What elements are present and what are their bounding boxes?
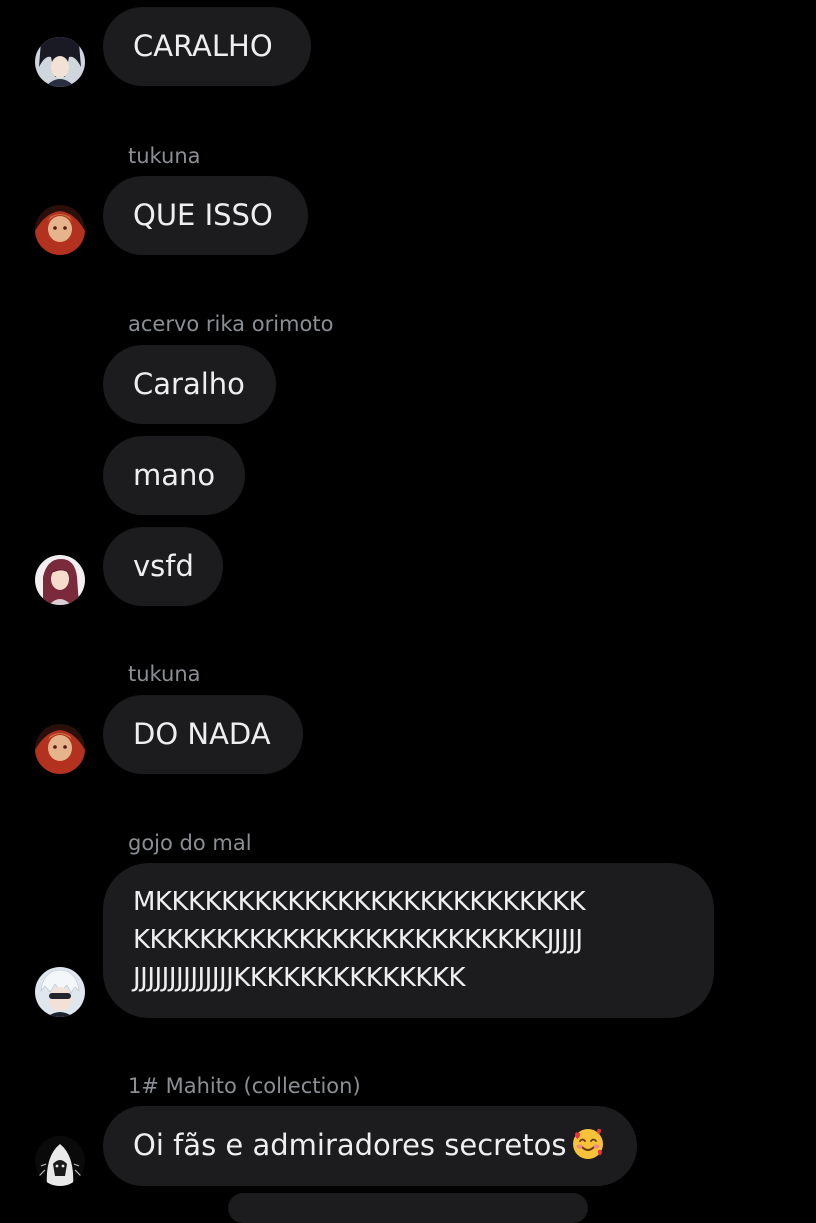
message-text: Caralho bbox=[133, 367, 245, 401]
avatar[interactable] bbox=[35, 555, 85, 605]
avatar[interactable] bbox=[35, 37, 85, 87]
message-text: QUE ISSO bbox=[133, 198, 273, 232]
sender-name: tukuna bbox=[128, 662, 201, 686]
message-text: vsfd bbox=[133, 549, 194, 583]
smiling-face-with-hearts-icon bbox=[571, 1127, 605, 1171]
message-text-line: JJJJJJJJJJJJJJKKKKKKKKKKKKKK bbox=[133, 963, 466, 993]
message-bubble[interactable]: DO NADA bbox=[103, 695, 303, 774]
avatar[interactable] bbox=[35, 1136, 85, 1186]
message-bubble[interactable]: MKKKKKKKKKKKKKKKKKKKKKKKKKK KKKKKKKKKKKK… bbox=[103, 863, 714, 1018]
sender-name: tukuna bbox=[128, 144, 201, 168]
sender-name: gojo do mal bbox=[128, 831, 252, 855]
avatar[interactable] bbox=[35, 967, 85, 1017]
message-bubble[interactable] bbox=[228, 1193, 588, 1223]
message-bubble[interactable]: mano bbox=[103, 436, 245, 515]
message-bubble[interactable]: Caralho bbox=[103, 345, 276, 424]
message-bubble[interactable]: QUE ISSO bbox=[103, 176, 308, 255]
avatar[interactable] bbox=[35, 205, 85, 255]
message-text: Oi fãs e admiradores secretos bbox=[133, 1128, 567, 1162]
message-bubble[interactable]: vsfd bbox=[103, 527, 223, 606]
message-text-line: KKKKKKKKKKKKKKKKKKKKKKKKKJJJJJ bbox=[133, 925, 583, 955]
message-bubble[interactable]: CARALHO bbox=[103, 7, 311, 86]
sender-name: acervo rika orimoto bbox=[128, 312, 334, 336]
message-text-line: MKKKKKKKKKKKKKKKKKKKKKKKKKK bbox=[133, 887, 586, 917]
avatar[interactable] bbox=[35, 724, 85, 774]
message-text: DO NADA bbox=[133, 717, 271, 751]
sender-name: 1# Mahito (collection) bbox=[128, 1074, 361, 1098]
message-text: CARALHO bbox=[133, 29, 273, 63]
message-bubble[interactable]: Oi fãs e admiradores secretos bbox=[103, 1106, 637, 1186]
message-text: mano bbox=[133, 458, 216, 492]
